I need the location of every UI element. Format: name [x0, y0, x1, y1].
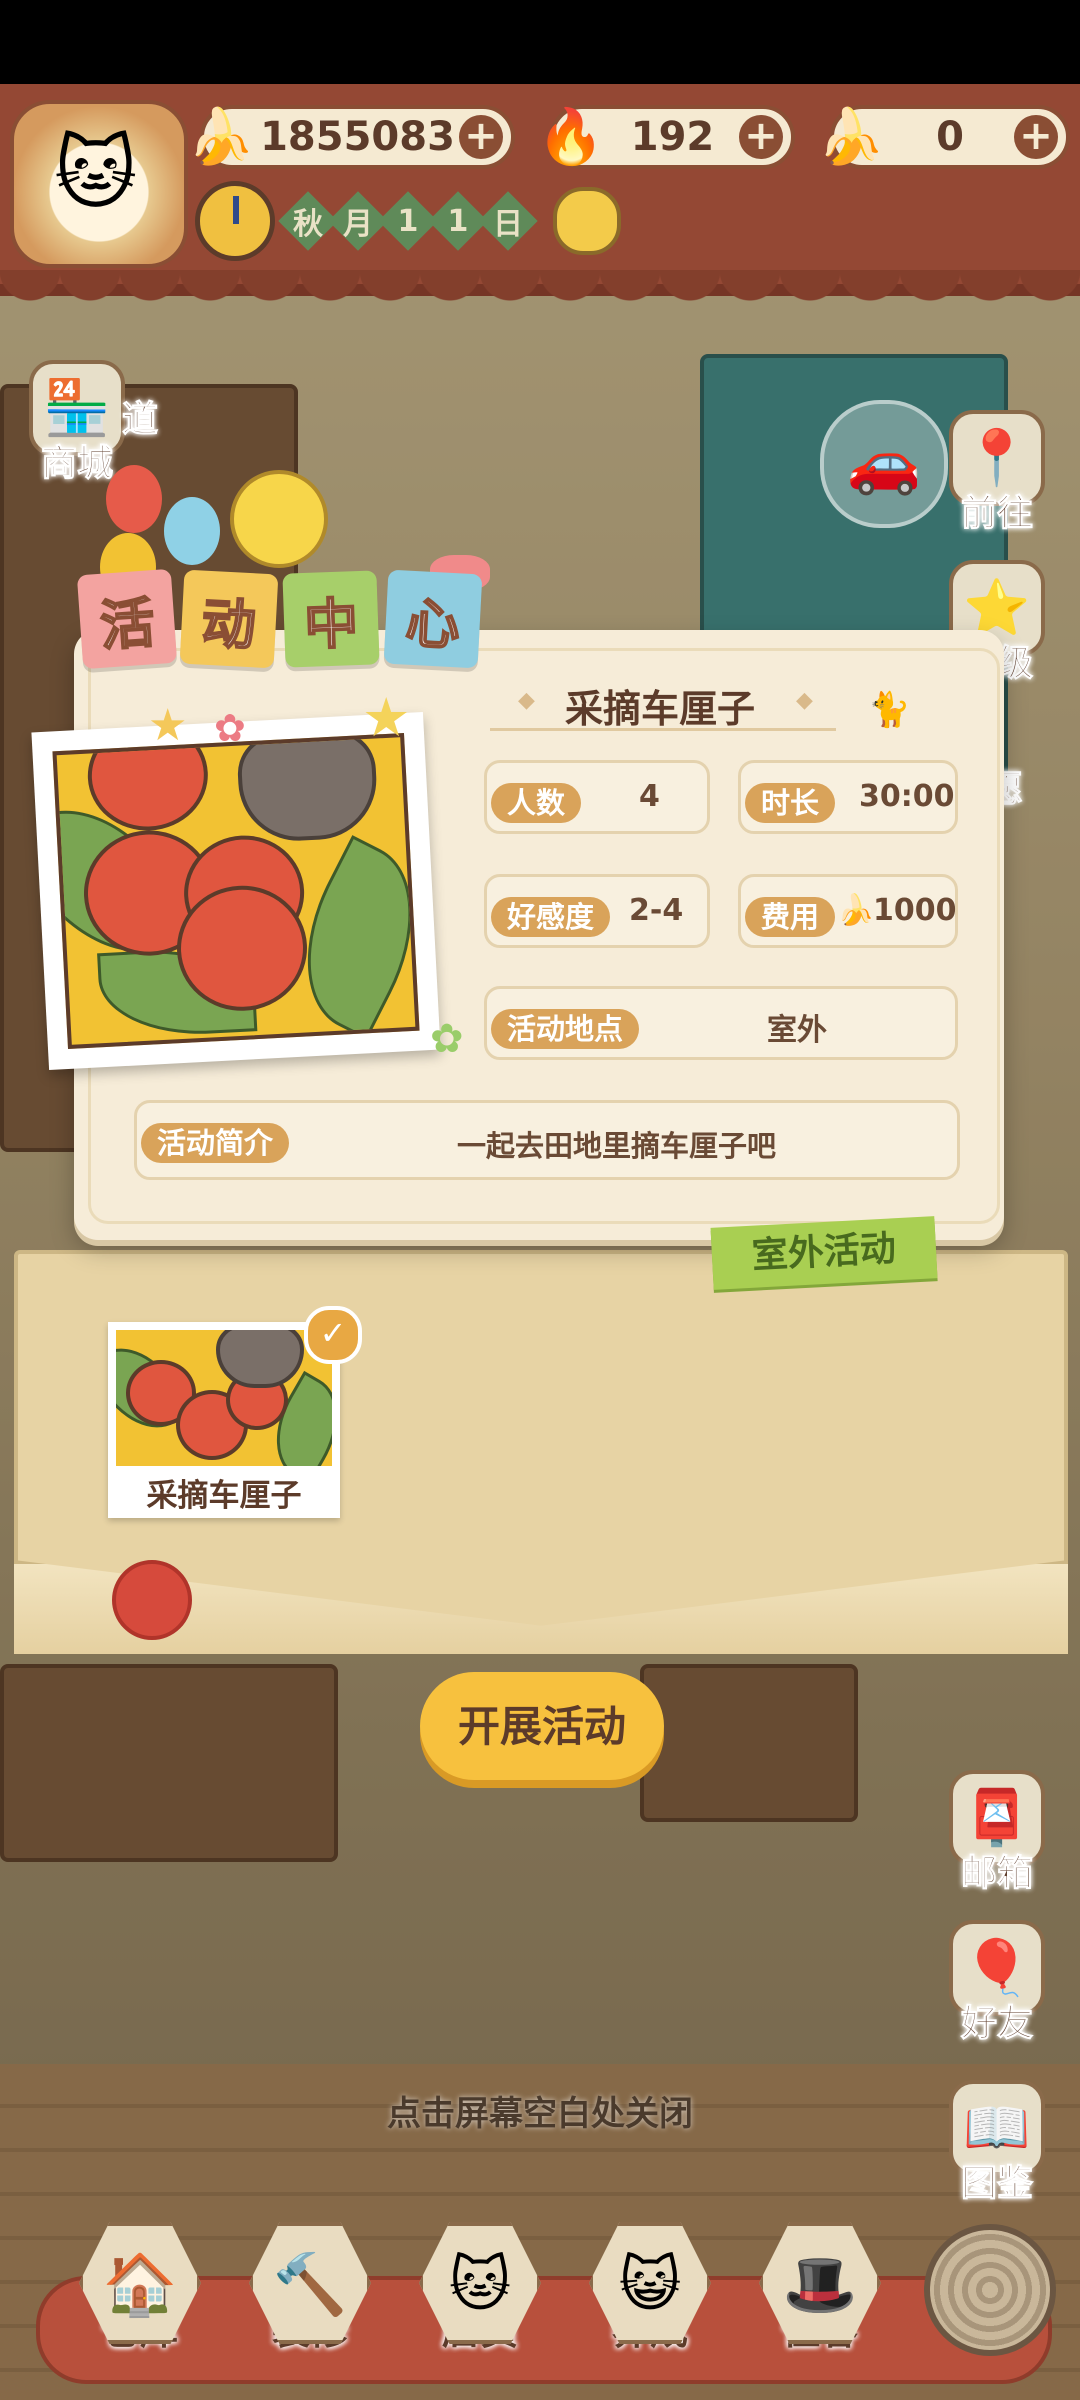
- chick-decoration: [230, 470, 328, 568]
- add-flame-button[interactable]: +: [739, 115, 783, 159]
- flower-icon: ✿: [430, 1016, 464, 1062]
- outdoor-tag: 室外活动: [710, 1216, 938, 1290]
- yarn-ball-icon[interactable]: [924, 2224, 1056, 2356]
- flower-icon: ✿: [214, 706, 246, 750]
- tab-xin: 心: [383, 569, 483, 669]
- affinity-label: 好感度: [491, 897, 611, 937]
- tab-dong: 动: [179, 569, 279, 669]
- nav-nurture[interactable]: 😺 养成: [580, 2222, 720, 2355]
- activity-title: 采摘车厘子: [564, 687, 755, 731]
- star-icon: ★: [362, 686, 411, 749]
- banana-icon: 🍌: [837, 893, 875, 928]
- add-banana-button[interactable]: +: [459, 115, 503, 159]
- diamond-icon: ◆: [518, 688, 535, 713]
- tab-huo: 活: [76, 568, 178, 670]
- nav-guests[interactable]: 🎩 住客: [750, 2222, 890, 2355]
- nav-decorate[interactable]: 🔨 装修: [240, 2222, 380, 2355]
- activity-photo: [31, 711, 441, 1071]
- add-blue-banana-button[interactable]: +: [1014, 115, 1058, 159]
- codex-button[interactable]: 📖 图鉴: [942, 2080, 1052, 2206]
- duration-field: 时长 30:00: [738, 760, 958, 834]
- cost-field: 费用 🍌 1000: [738, 874, 958, 948]
- start-activity-button[interactable]: 开展活动: [420, 1672, 664, 1780]
- banana-value: 1855083: [260, 114, 455, 160]
- activity-option-card[interactable]: 采摘车厘子: [108, 1322, 340, 1518]
- date-char: 日: [478, 191, 538, 251]
- codex-label: 图鉴: [960, 2163, 1033, 2205]
- people-field: 人数 4: [484, 760, 710, 834]
- cost-value: 1000: [873, 893, 957, 928]
- location-label: 活动地点: [491, 1009, 640, 1049]
- clock-icon: [195, 181, 275, 261]
- mailbox-label: 邮箱: [960, 1853, 1033, 1895]
- friends-label: 好友: [960, 2003, 1033, 2045]
- go-button[interactable]: 📍 前往: [942, 410, 1052, 536]
- flame-icon: 🔥: [537, 105, 605, 168]
- cost-label: 费用: [745, 897, 836, 937]
- cherry-thumbnail: [116, 1330, 332, 1466]
- people-label: 人数: [491, 783, 582, 823]
- affinity-field: 好感度 2-4: [484, 874, 710, 948]
- friends-button[interactable]: 🎈 好友: [942, 1920, 1052, 2046]
- location-value: 室外: [767, 1013, 827, 1048]
- status-bar: [0, 0, 1080, 84]
- cherry-illustration: [52, 732, 420, 1050]
- diamond-icon: ◆: [796, 688, 813, 713]
- intro-label: 活动简介: [141, 1123, 290, 1163]
- tab-zhong: 中: [282, 570, 380, 668]
- player-avatar[interactable]: [10, 100, 188, 268]
- blue-banana-counter: 🍌 0 +: [817, 105, 1070, 169]
- banana-counter: 🍌 1855083 +: [187, 105, 515, 169]
- activity-option-label: 采摘车厘子: [146, 1478, 302, 1514]
- intro-value: 一起去田地里摘车厘子吧: [457, 1129, 777, 1163]
- flame-counter: 🔥 192 +: [537, 105, 795, 169]
- star-icon: ★: [148, 700, 188, 751]
- close-hint: 点击屏幕空白处关闭: [387, 2094, 693, 2134]
- car-icon[interactable]: 🚗: [820, 400, 948, 528]
- location-field: 活动地点 室外: [484, 986, 958, 1060]
- checkmark-icon: ✓: [304, 1306, 362, 1364]
- nav-staff[interactable]: 🐱 店员: [410, 2222, 550, 2355]
- mailbox-button[interactable]: 📮 邮箱: [942, 1770, 1052, 1896]
- weather-sun-icon[interactable]: [553, 187, 621, 255]
- people-value: 4: [639, 779, 660, 814]
- affinity-value: 2-4: [629, 893, 684, 928]
- go-label: 前往: [960, 493, 1033, 535]
- blue-banana-value: 0: [936, 114, 964, 160]
- activity-center-tabs: 活 动 中 心: [76, 568, 488, 670]
- blue-banana-icon: 🍌: [817, 105, 885, 168]
- intro-field: 活动简介 一起去田地里摘车厘子吧: [134, 1100, 960, 1180]
- title-underline: [490, 728, 836, 731]
- road-button[interactable]: 道: [100, 360, 180, 442]
- nav-warehouse[interactable]: 🏠 仓库: [70, 2222, 210, 2355]
- road-label: 道: [121, 399, 158, 441]
- duration-value: 30:00: [859, 779, 955, 814]
- cat-icon: 🐈: [868, 690, 911, 730]
- banana-icon: 🍌: [187, 105, 255, 168]
- game-date[interactable]: 秋 月 1 1 日: [195, 181, 621, 261]
- duration-label: 时长: [745, 783, 836, 823]
- wax-seal-icon: [112, 1560, 192, 1640]
- flame-value: 192: [630, 114, 715, 160]
